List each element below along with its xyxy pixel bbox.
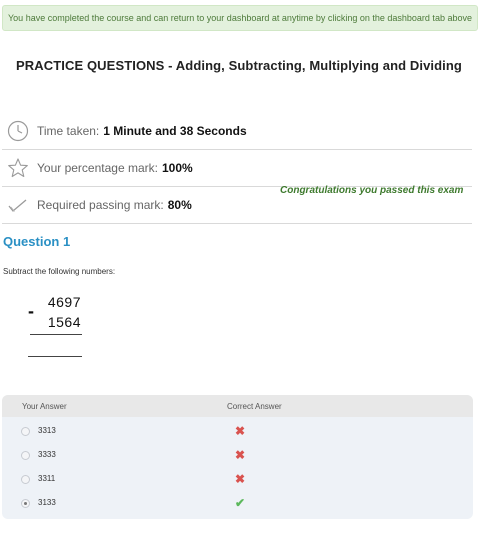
top-number: 4697 [47, 294, 81, 310]
your-answer-header: Your Answer [22, 402, 67, 411]
answer-value: 3311 [38, 474, 56, 483]
answer-row: 3313 ✖ [2, 420, 473, 444]
wrong-x-icon: ✖ [235, 424, 246, 438]
correct-check-icon: ✔ [235, 496, 246, 510]
page-title: PRACTICE QUESTIONS - Adding, Subtracting… [16, 58, 462, 73]
completion-notice: You have completed the course and can re… [2, 5, 478, 31]
question-title: Question 1 [3, 234, 71, 249]
answer-value: 3313 [38, 426, 56, 435]
passing-mark-value: 80% [167, 198, 192, 212]
question-text: Subtract the following numbers: [3, 267, 116, 276]
percentage-mark-label: Your percentage mark: [37, 161, 158, 175]
correct-answer-header: Correct Answer [227, 402, 282, 411]
answer-row: 3311 ✖ [2, 468, 473, 492]
congratulations-message: Congratulations you passed this exam [280, 185, 464, 196]
answer-row: 3133 ✔ [2, 492, 473, 516]
answer-radio[interactable] [21, 427, 30, 436]
checkmark-icon [5, 192, 31, 218]
time-taken-label: Time taken: [37, 124, 100, 138]
answer-radio[interactable] [21, 475, 30, 484]
clock-icon [5, 118, 31, 144]
answer-value: 3333 [38, 450, 56, 459]
sum-divider-line [30, 334, 82, 335]
time-taken-row: Time taken: 1 Minute and 38 Seconds [2, 113, 472, 150]
answer-line [28, 356, 82, 357]
percentage-mark-row: Your percentage mark: 100% [2, 150, 472, 187]
wrong-x-icon: ✖ [235, 472, 246, 486]
answer-value: 3133 [38, 498, 56, 507]
subtraction-problem: - 4697 1564 [28, 292, 84, 362]
percentage-mark-value: 100% [161, 161, 193, 175]
answer-radio[interactable] [21, 451, 30, 460]
star-icon [5, 155, 31, 181]
answer-radio-selected[interactable] [21, 499, 30, 508]
passing-mark-label: Required passing mark: [37, 198, 164, 212]
answers-table-header: Your Answer Correct Answer [2, 395, 473, 417]
minus-operator: - [28, 301, 34, 321]
time-taken-value: 1 Minute and 38 Seconds [103, 124, 247, 138]
answers-table: Your Answer Correct Answer 3313 ✖ 3333 ✖… [2, 395, 473, 519]
bottom-number: 1564 [47, 314, 81, 330]
wrong-x-icon: ✖ [235, 448, 246, 462]
answer-row: 3333 ✖ [2, 444, 473, 468]
